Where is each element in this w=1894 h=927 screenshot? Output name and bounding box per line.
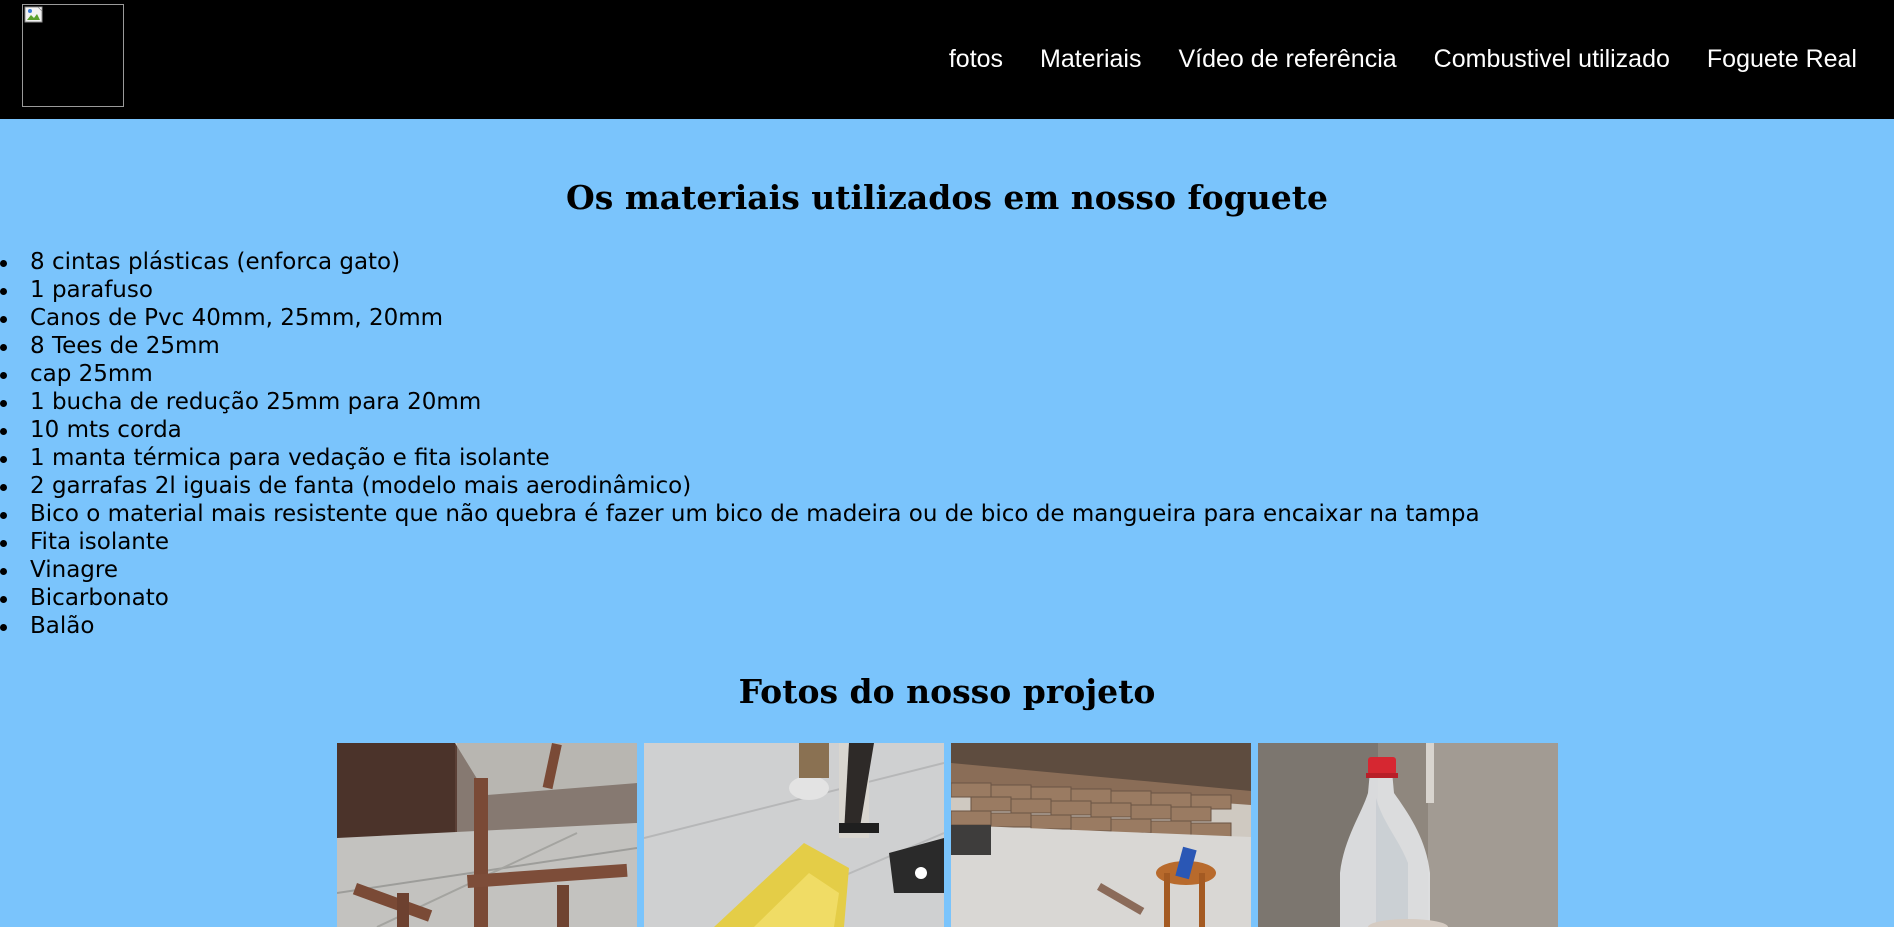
- project-photo-pvc-frame[interactable]: [337, 743, 637, 927]
- project-photo-bottle[interactable]: [1258, 743, 1558, 927]
- materials-heading: Os materiais utilizados em nosso foguete: [566, 178, 1328, 217]
- list-item: Bico o material mais resistente que não …: [0, 501, 1480, 527]
- materials-list: 8 cintas plásticas (enforca gato) 1 para…: [0, 248, 1480, 640]
- list-item: 1 parafuso: [0, 276, 1480, 304]
- project-photo-floor-light[interactable]: [644, 743, 944, 927]
- broken-image-icon: [24, 6, 43, 23]
- list-item: 1 bucha de redução 25mm para 20mm: [0, 388, 1480, 416]
- nav-link-combustivel[interactable]: Combustivel utilizado: [1434, 44, 1670, 74]
- photo-gallery: [337, 743, 1558, 927]
- list-item: cap 25mm: [0, 360, 1480, 388]
- list-item: Bicarbonato: [0, 584, 1480, 612]
- logo-broken-image[interactable]: [22, 4, 124, 107]
- list-item: Fita isolante: [0, 528, 1480, 556]
- list-item: 10 mts corda: [0, 416, 1480, 444]
- nav-link-foguete-real[interactable]: Foguete Real: [1707, 44, 1857, 74]
- project-photo-brick-bench[interactable]: [951, 743, 1251, 927]
- top-navigation-bar: fotos Materiais Vídeo de referência Comb…: [0, 0, 1894, 119]
- list-item: 2 garrafas 2l iguais de fanta (modelo ma…: [0, 472, 1480, 500]
- nav-link-materiais[interactable]: Materiais: [1040, 44, 1141, 74]
- list-item: Vinagre: [0, 556, 1480, 584]
- photos-heading: Fotos do nosso projeto: [738, 672, 1156, 711]
- list-item: 1 manta térmica para vedação e fita isol…: [0, 444, 1480, 472]
- list-item: Balão: [0, 612, 1480, 640]
- list-item: Canos de Pvc 40mm, 25mm, 20mm: [0, 304, 1480, 332]
- main-nav: fotos Materiais Vídeo de referência Comb…: [949, 44, 1857, 74]
- list-item: 8 Tees de 25mm: [0, 332, 1480, 360]
- nav-link-fotos[interactable]: fotos: [949, 44, 1003, 74]
- list-item: 8 cintas plásticas (enforca gato): [0, 248, 1480, 276]
- nav-link-video-referencia[interactable]: Vídeo de referência: [1178, 44, 1396, 74]
